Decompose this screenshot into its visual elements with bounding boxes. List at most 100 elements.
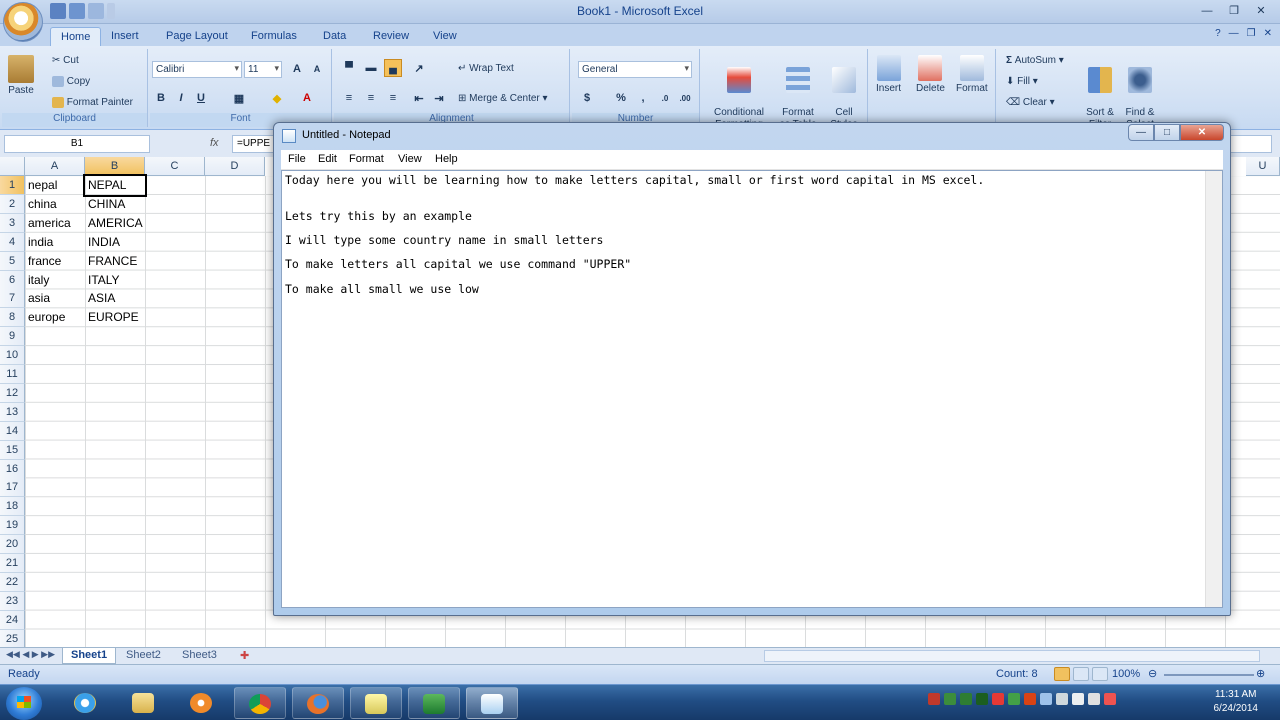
sheet-tab-sheet2[interactable]: Sheet2	[118, 648, 169, 664]
insert-sheet-icon[interactable]: ✚	[232, 648, 257, 664]
taskbar-clock[interactable]: 11:31 AM 6/24/2014	[1214, 688, 1259, 716]
taskbar-chrome[interactable]	[234, 687, 286, 719]
cell-b[interactable]: CHINA	[85, 195, 145, 214]
italic-icon[interactable]: I	[172, 89, 190, 107]
taskbar-media-player[interactable]	[176, 687, 228, 719]
borders-icon[interactable]: ▦	[230, 89, 248, 107]
cell-a[interactable]: asia	[25, 289, 85, 308]
help-icon[interactable]: ?	[1215, 28, 1221, 39]
menu-view[interactable]: View	[398, 153, 422, 165]
percent-icon[interactable]: %	[612, 89, 630, 107]
taskbar-explorer[interactable]	[118, 687, 170, 719]
row-header[interactable]: 14	[0, 421, 25, 441]
row-header[interactable]: 2	[0, 194, 25, 214]
tab-formulas[interactable]: Formulas	[241, 27, 307, 46]
ribbon-restore-icon[interactable]: ❐	[1247, 28, 1256, 39]
row-header[interactable]: 6	[0, 270, 25, 290]
align-top-icon[interactable]: ▀	[340, 59, 358, 77]
align-center-icon[interactable]: ≡	[362, 89, 380, 107]
font-name-select[interactable]: Calibri	[152, 61, 242, 78]
row-header[interactable]: 8	[0, 308, 25, 328]
increase-indent-icon[interactable]: ⇥	[430, 89, 448, 107]
row-header[interactable]: 9	[0, 327, 25, 347]
row-header[interactable]: 12	[0, 383, 25, 403]
row-header[interactable]: 23	[0, 591, 25, 611]
sort-filter-button[interactable]: Sort & Filter	[1082, 55, 1118, 131]
paste-button[interactable]: Paste	[8, 55, 34, 96]
cell-a[interactable]: europe	[25, 308, 85, 327]
tray-app-icon[interactable]	[976, 693, 988, 705]
taskbar-ie[interactable]	[60, 687, 112, 719]
tab-page-layout[interactable]: Page Layout	[156, 27, 238, 46]
copy-button[interactable]: Copy	[52, 76, 90, 87]
fill-button[interactable]: ⬇ Fill ▾	[1006, 76, 1038, 87]
clear-button[interactable]: ⌫ Clear ▾	[1006, 97, 1055, 108]
column-header-a[interactable]: A	[25, 157, 85, 176]
decrease-decimal-icon[interactable]: .00	[676, 89, 694, 107]
row-header[interactable]: 10	[0, 346, 25, 366]
menu-edit[interactable]: Edit	[318, 153, 337, 165]
notepad-vertical-scrollbar[interactable]	[1205, 171, 1222, 607]
row-header[interactable]: 11	[0, 365, 25, 384]
cell-b[interactable]: INDIA	[85, 233, 145, 252]
conditional-formatting-button[interactable]: Conditional Formatting	[708, 55, 770, 131]
row-header[interactable]: 7	[0, 289, 25, 309]
view-buttons[interactable]	[1054, 667, 1108, 681]
font-size-select[interactable]: 11	[244, 61, 282, 78]
notepad-text-area[interactable]: Today here you will be learning how to m…	[281, 170, 1223, 608]
cell-b[interactable]: ASIA	[85, 289, 145, 308]
fill-color-icon[interactable]: ◆	[268, 89, 286, 107]
minimize-icon[interactable]: —	[1194, 2, 1220, 19]
office-button[interactable]	[3, 2, 43, 42]
row-header[interactable]: 15	[0, 440, 25, 460]
cell-b[interactable]: ITALY	[85, 271, 145, 290]
tray-app-icon[interactable]	[1008, 693, 1020, 705]
wrap-text-button[interactable]: ↵ Wrap Text	[458, 63, 514, 74]
sheet-nav-icon[interactable]: ◀◀ ◀ ▶ ▶▶	[6, 649, 55, 660]
notepad-close-icon[interactable]: ✕	[1180, 124, 1224, 141]
format-cells-button[interactable]: Format	[956, 55, 988, 94]
network-icon[interactable]	[1056, 693, 1068, 705]
page-break-view-icon[interactable]	[1091, 667, 1108, 681]
speaker-icon[interactable]	[1040, 693, 1052, 705]
number-format-select[interactable]: General	[578, 61, 692, 78]
row-header[interactable]: 19	[0, 516, 25, 536]
cell-a[interactable]: italy	[25, 271, 85, 290]
normal-view-icon[interactable]	[1054, 667, 1070, 681]
taskbar-notepad[interactable]	[466, 687, 518, 719]
cell-a[interactable]: china	[25, 195, 85, 214]
tray-app-icon[interactable]	[960, 693, 972, 705]
row-header[interactable]: 1	[0, 176, 25, 195]
autosum-button[interactable]: Σ AutoSum ▾	[1006, 55, 1064, 66]
close-icon[interactable]: ✕	[1248, 2, 1274, 19]
insert-cells-button[interactable]: Insert	[876, 55, 901, 94]
increase-decimal-icon[interactable]: .0	[656, 89, 674, 107]
ribbon-minimize-icon[interactable]: —	[1229, 28, 1239, 39]
row-header[interactable]: 18	[0, 497, 25, 517]
cell-a[interactable]: nepal	[25, 176, 85, 195]
fx-icon[interactable]: fx	[210, 137, 219, 149]
tray-app-icon[interactable]	[928, 693, 940, 705]
column-header-c[interactable]: C	[145, 157, 205, 176]
align-bottom-icon[interactable]: ▄	[384, 59, 402, 77]
cell-a[interactable]: india	[25, 233, 85, 252]
find-select-button[interactable]: Find & Select	[1122, 55, 1158, 131]
zoom-level[interactable]: 100%	[1112, 668, 1140, 680]
cell-b[interactable]: AMERICA	[85, 214, 145, 233]
cell-b[interactable]: FRANCE	[85, 252, 145, 271]
horizontal-scrollbar[interactable]	[764, 650, 1260, 662]
column-header-d[interactable]: D	[205, 157, 265, 176]
font-color-icon[interactable]: A	[298, 89, 316, 107]
menu-help[interactable]: Help	[435, 153, 458, 165]
ribbon-close-icon[interactable]: ✕	[1264, 28, 1272, 39]
currency-icon[interactable]: $	[578, 89, 596, 107]
menu-format[interactable]: Format	[349, 153, 384, 165]
flag-icon[interactable]	[1072, 693, 1084, 705]
tray-app-icon[interactable]	[1024, 693, 1036, 705]
tray-app-icon[interactable]	[944, 693, 956, 705]
notepad-maximize-icon[interactable]: □	[1154, 124, 1180, 141]
row-header[interactable]: 25	[0, 629, 25, 649]
zoom-out-icon[interactable]: ⊖	[1148, 667, 1157, 680]
row-header[interactable]: 24	[0, 610, 25, 630]
align-middle-icon[interactable]: ▬	[362, 59, 380, 77]
